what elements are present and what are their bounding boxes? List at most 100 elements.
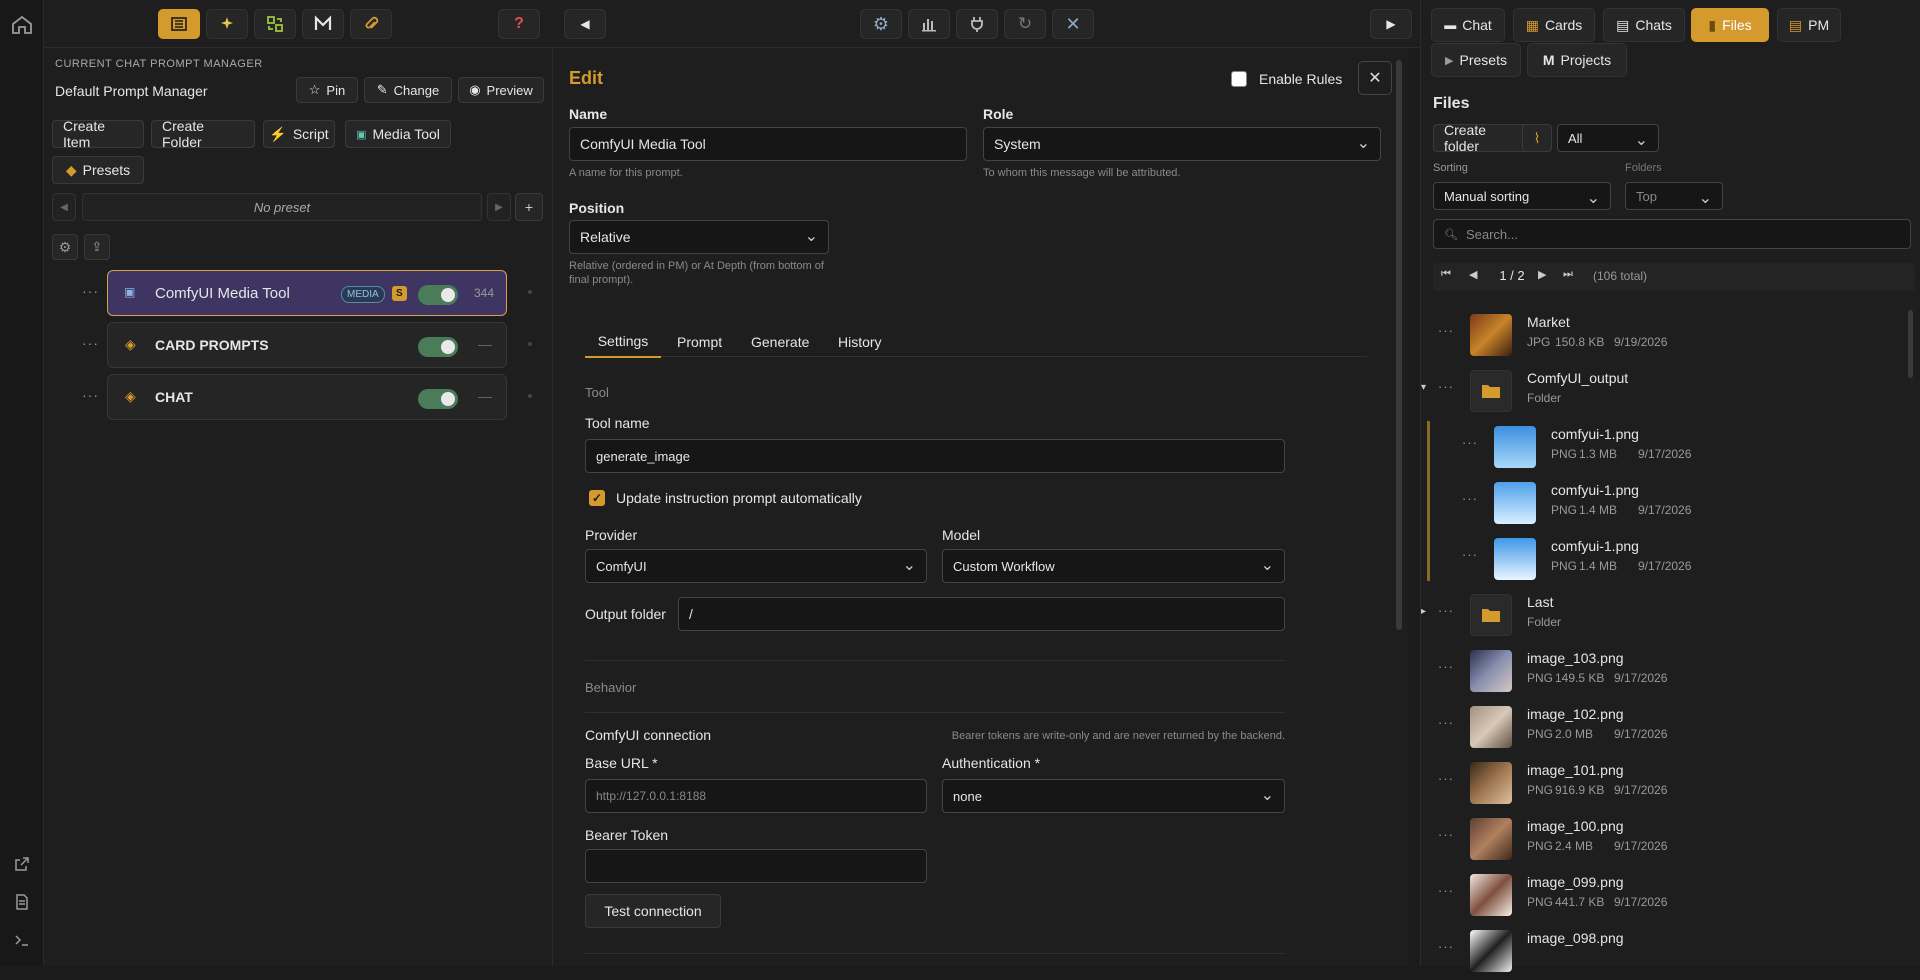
tab-chat[interactable]: ▬ Chat [1431, 8, 1505, 42]
preset-add-button[interactable]: + [515, 193, 543, 221]
home-icon[interactable] [9, 12, 35, 38]
refresh-button[interactable]: ↻ [1004, 9, 1046, 39]
folder-row[interactable]: ▸ ··· Last Folder [1421, 588, 1890, 644]
tab-projects[interactable]: M Projects [1527, 43, 1627, 77]
tab-presets[interactable]: ▶ Presets [1431, 43, 1521, 77]
sorting-select[interactable]: Manual sorting [1433, 182, 1611, 210]
last-page-button[interactable]: ⏭ [1563, 268, 1573, 281]
create-folder-button[interactable]: Create Folder [151, 118, 255, 150]
settings-button[interactable]: ⚙ [860, 9, 902, 39]
tab-generate[interactable]: Generate [751, 326, 809, 358]
prompt-item-chat[interactable]: ··· ◈ CHAT — [82, 374, 532, 420]
file-menu-dots[interactable]: ··· [1438, 715, 1454, 730]
file-menu-dots[interactable]: ··· [1438, 827, 1454, 842]
item-menu-dots[interactable]: ··· [82, 387, 99, 403]
create-folder-button[interactable]: Create folder [1433, 122, 1535, 154]
script-button[interactable]: ⚡ Script [263, 120, 335, 148]
plugin-button[interactable] [956, 9, 998, 39]
change-button[interactable]: ✎ Change [364, 77, 452, 103]
edit-scrollbar[interactable] [1396, 60, 1402, 630]
tab-chats[interactable]: ▤ Chats [1603, 8, 1685, 42]
role-select[interactable]: System [983, 127, 1381, 161]
search-input[interactable]: 🔍︎ Search... [1433, 219, 1911, 249]
file-menu-dots[interactable]: ··· [1462, 435, 1478, 450]
name-input[interactable]: ComfyUI Media Tool [569, 127, 967, 161]
enable-rules-checkbox[interactable] [1231, 71, 1247, 87]
attach-button[interactable]: ⌇ [1522, 124, 1552, 152]
preview-button[interactable]: ◉ Preview [458, 77, 544, 103]
file-menu-dots[interactable]: ··· [1438, 939, 1454, 954]
tab-cards[interactable]: ▦ Cards [1513, 8, 1595, 42]
collapse-left-button[interactable]: ◀ [564, 9, 606, 39]
close-edit-button[interactable]: ✕ [1358, 61, 1392, 95]
files-scrollbar[interactable] [1908, 310, 1913, 378]
external-link-icon[interactable] [9, 851, 35, 877]
chevron-down-icon[interactable]: ▾ [1421, 382, 1426, 393]
tab-history[interactable]: History [838, 326, 882, 358]
help-button[interactable]: ? [498, 9, 540, 39]
base-url-input[interactable]: http://127.0.0.1:8188 [585, 779, 927, 813]
next-page-button[interactable]: ▶ [1538, 268, 1546, 281]
test-connection-button[interactable]: Test connection [585, 894, 721, 928]
file-menu-dots[interactable]: ··· [1438, 659, 1454, 674]
export-button[interactable]: ⇪ [84, 234, 110, 260]
attachments-button[interactable] [350, 9, 392, 39]
stats-button[interactable] [908, 9, 950, 39]
tab-prompt[interactable]: Prompt [677, 326, 722, 358]
file-row[interactable]: ··· image_099.png PNG 441.7 KB 9/17/2026 [1438, 868, 1890, 924]
collapse-right-button[interactable]: ▶ [1370, 9, 1412, 39]
prev-page-button[interactable]: ◀ [1469, 268, 1477, 281]
presets-button[interactable]: ◆ Presets [52, 156, 144, 184]
create-item-button[interactable]: Create Item [52, 118, 144, 150]
item-toggle[interactable] [418, 337, 458, 357]
provider-select[interactable]: ComfyUI [585, 549, 927, 583]
preset-select[interactable]: No preset [82, 193, 482, 221]
file-menu-dots[interactable]: ··· [1438, 379, 1454, 394]
pm-settings-button[interactable]: ⚙ [52, 234, 78, 260]
item-menu-dots[interactable]: ··· [82, 283, 99, 299]
file-menu-dots[interactable]: ··· [1438, 323, 1454, 338]
item-toggle[interactable] [418, 285, 458, 305]
terminal-icon[interactable] [9, 927, 35, 953]
prompt-item-card-prompts[interactable]: ··· ◈ CARD PROMPTS — [82, 322, 532, 368]
model-select[interactable]: Custom Workflow [942, 549, 1285, 583]
item-toggle[interactable] [418, 389, 458, 409]
file-row[interactable]: ··· image_098.png [1438, 924, 1890, 980]
tab-pm[interactable]: ▤ PM [1777, 8, 1841, 42]
media-tool-button[interactable]: ▣ Media Tool [345, 120, 451, 148]
chevron-right-icon[interactable]: ▸ [1421, 606, 1426, 617]
prompt-manager-button[interactable] [158, 9, 200, 39]
update-prompt-checkbox[interactable]: ✓ [589, 490, 605, 506]
file-menu-dots[interactable]: ··· [1462, 547, 1478, 562]
tab-settings[interactable]: Settings [585, 326, 661, 358]
file-menu-dots[interactable]: ··· [1438, 771, 1454, 786]
file-row[interactable]: ··· image_101.png PNG 916.9 KB 9/17/2026 [1438, 756, 1890, 812]
tool-name-input[interactable]: generate_image [585, 439, 1285, 473]
file-row[interactable]: ··· image_100.png PNG 2.4 MB 9/17/2026 [1438, 812, 1890, 868]
file-menu-dots[interactable]: ··· [1462, 491, 1478, 506]
item-menu-dots[interactable]: ··· [82, 335, 99, 351]
preset-prev-button[interactable]: ◀ [52, 193, 76, 221]
markdown-button[interactable] [302, 9, 344, 39]
auth-select[interactable]: none [942, 779, 1285, 813]
filter-select[interactable]: All [1557, 124, 1659, 152]
position-select[interactable]: Relative [569, 220, 829, 254]
bearer-token-input[interactable] [585, 849, 927, 883]
swap-button[interactable] [254, 9, 296, 39]
pin-button[interactable]: ☆ Pin [296, 77, 358, 103]
file-menu-dots[interactable]: ··· [1438, 603, 1454, 618]
file-row[interactable]: ··· image_103.png PNG 149.5 KB 9/17/2026 [1438, 644, 1890, 700]
output-folder-input[interactable]: / [678, 597, 1285, 631]
file-row[interactable]: ··· comfyui-1.png PNG 1.4 MB 9/17/2026 [1462, 476, 1890, 532]
folder-row[interactable]: ▾ ··· ComfyUI_output Folder [1421, 364, 1890, 420]
file-menu-dots[interactable]: ··· [1438, 883, 1454, 898]
preset-next-button[interactable]: ▶ [487, 193, 511, 221]
folders-select[interactable]: Top [1625, 182, 1723, 210]
file-row[interactable]: ··· comfyui-1.png PNG 1.3 MB 9/17/2026 [1462, 420, 1890, 476]
first-page-button[interactable]: ⏮ [1441, 268, 1451, 281]
tab-files[interactable]: ▮ Files [1691, 8, 1769, 42]
file-row[interactable]: ··· comfyui-1.png PNG 1.4 MB 9/17/2026 [1462, 532, 1890, 588]
file-row[interactable]: ··· Market JPG 150.8 KB 9/19/2026 [1438, 308, 1890, 364]
close-session-button[interactable]: ✕ [1052, 9, 1094, 39]
magic-button[interactable] [206, 9, 248, 39]
